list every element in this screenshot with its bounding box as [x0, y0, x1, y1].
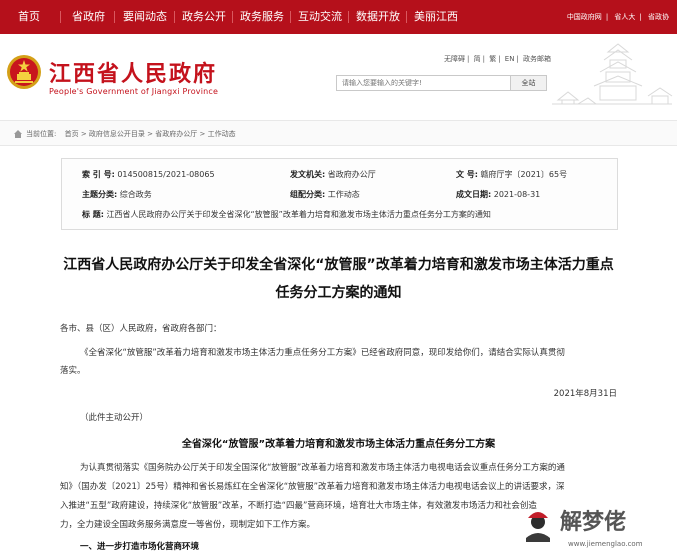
article-para2-line1: 为认真贯彻落实《国务院办公厅关于印发全国深化“放管服”改革着力培育和激发市场主体… — [80, 463, 565, 473]
article-public-note: （此件主动公开） — [80, 413, 149, 423]
article-section1: 一、进一步打造市场化营商环境 — [80, 542, 200, 552]
meta-title: 标 题: 江西省人民政府办公厅关于印发全省深化“放管服”改革着力培育和激发市场主… — [82, 210, 491, 219]
nav-separator — [290, 11, 291, 23]
article-para2-line3: 入推进“五型”政府建设，持续深化“放管服”改革，不断打造“四最”营商环境，培育壮… — [60, 501, 537, 511]
nav-item-interaction[interactable]: 互动交流 — [298, 0, 342, 34]
article-title-line1: 江西省人民政府办公厅关于印发全省深化“放管服”改革着力培育和激发市场主体活力重点 — [63, 257, 614, 273]
nav-item-gov-affairs[interactable]: 政务公开 — [182, 0, 226, 34]
nav-separator — [114, 11, 115, 23]
meta-docno: 文 号: 赣府厅字〔2021〕65号 — [456, 170, 568, 179]
breadcrumb: 当前位置: 首页 > 政府信息公开目录 > 省政府办公厅 > 工作动态 — [0, 120, 677, 146]
top-links: 中国政府网 | 省人大 | 省政协 — [566, 13, 669, 21]
article-greeting: 各市、县（区）人民政府，省政府各部门： — [60, 324, 222, 334]
national-emblem-icon — [7, 55, 41, 89]
article-date: 2021年8月31日 — [553, 389, 617, 399]
breadcrumb-home[interactable]: 首页 — [65, 130, 79, 138]
pavilion-skyline-icon — [552, 43, 673, 105]
util-gov-mail[interactable]: 政务邮箱 — [523, 55, 551, 63]
nav-item-home[interactable]: 首页 — [18, 0, 40, 34]
site-title-english: People's Government of Jiangxi Province — [49, 87, 219, 96]
util-english[interactable]: EN — [505, 55, 515, 63]
util-accessibility[interactable]: 无障碍 — [444, 55, 465, 63]
article-title-line2: 任务分工方案的通知 — [275, 285, 402, 301]
site-header: 江西省人民政府 People's Government of Jiangxi P… — [0, 34, 677, 120]
top-link-cppcc[interactable]: 省政协 — [648, 13, 669, 21]
document-meta-box: 索 引 号: 014500815/2021-08065 发文机关: 省政府办公厅… — [61, 158, 618, 230]
nav-separator — [406, 11, 407, 23]
site-title[interactable]: 江西省人民政府 — [49, 56, 217, 88]
watermark-url: www.jiemenglao.com — [568, 540, 643, 548]
nav-item-province-gov[interactable]: 省政府 — [72, 0, 105, 34]
watermark-text: 解梦佬 — [560, 510, 627, 535]
meta-date: 成文日期: 2021-08-31 — [456, 190, 541, 199]
meta-topic: 主题分类: 综合政务 — [82, 190, 152, 199]
nav-item-data-open[interactable]: 数据开放 — [356, 0, 400, 34]
article-para1-line2: 落实。 — [60, 366, 86, 376]
nav-separator — [348, 11, 349, 23]
top-link-china-gov[interactable]: 中国政府网 — [567, 13, 602, 21]
nav-separator — [60, 11, 61, 23]
util-simplified[interactable]: 简 — [474, 55, 481, 63]
breadcrumb-info-catalog[interactable]: 政府信息公开目录 — [89, 130, 145, 138]
search-input[interactable] — [336, 75, 511, 91]
breadcrumb-label: 当前位置: — [26, 130, 57, 138]
breadcrumb-office[interactable]: 省政府办公厅 — [155, 130, 197, 138]
nav-item-news[interactable]: 要闻动态 — [123, 0, 167, 34]
utility-links: 无障碍 | 简 | 繁 | EN | 政务邮箱 — [444, 55, 552, 63]
nav-separator — [232, 11, 233, 23]
article-para2-line4: 力，全力建设全国政务服务满意度一等省份，现制定如下工作方案。 — [60, 520, 316, 530]
location-icon — [14, 130, 22, 138]
meta-category: 组配分类: 工作动态 — [290, 190, 360, 199]
article-para2-line2: 知》（国办发〔2021〕25号）精神和省长易炼红在全省深化“放管服”改革着力培育… — [60, 482, 565, 492]
top-nav-bar: 首页 省政府 要闻动态 政务公开 政务服务 互动交流 数据开放 美丽江西 中国政… — [0, 0, 677, 34]
nav-separator — [174, 11, 175, 23]
top-link-npc[interactable]: 省人大 — [614, 13, 635, 21]
nav-item-gov-services[interactable]: 政务服务 — [240, 0, 284, 34]
article-sub-title: 全省深化“放管服”改革着力培育和激发市场主体活力重点任务分工方案 — [181, 439, 496, 450]
meta-issuer: 发文机关: 省政府办公厅 — [290, 170, 376, 179]
search-button[interactable]: 全站 — [511, 75, 547, 91]
nav-item-beautiful-jiangxi[interactable]: 美丽江西 — [414, 0, 458, 34]
meta-index: 索 引 号: 014500815/2021-08065 — [82, 170, 215, 179]
util-traditional[interactable]: 繁 — [489, 55, 496, 63]
article-para1-line1: 《全省深化“放管服”改革着力培育和激发市场主体活力重点任务分工方案》已经省政府同… — [80, 348, 565, 358]
breadcrumb-work-news[interactable]: 工作动态 — [208, 130, 236, 138]
